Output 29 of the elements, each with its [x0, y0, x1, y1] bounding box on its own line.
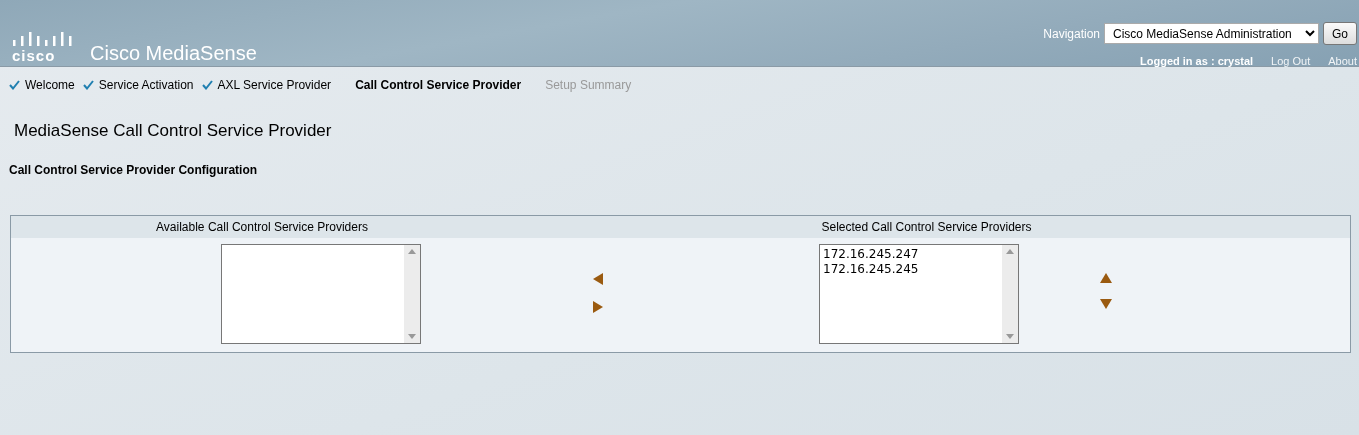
column-heading: Selected Call Control Service Providers	[820, 218, 1033, 236]
navigation-label: Navigation	[1043, 25, 1100, 43]
scrollbar[interactable]	[1002, 244, 1018, 343]
wizard-step: Setup Summary	[545, 76, 632, 94]
navigation-dropdown[interactable]: Cisco MediaSense Administration	[1104, 23, 1319, 44]
scroll-up-icon[interactable]	[408, 248, 416, 254]
move-down-icon[interactable]	[1099, 297, 1113, 310]
logo-text: cisco	[12, 48, 57, 63]
page-title: MediaSense Call Control Service Provider	[14, 120, 333, 142]
move-up-icon[interactable]	[1099, 271, 1113, 284]
logged-in-text: Logged in as : crystal	[1140, 54, 1254, 69]
column-heading: Available Call Control Service Providers	[155, 218, 369, 236]
section-title: Call Control Service Provider Configuration	[9, 161, 259, 179]
list-item[interactable]: 172.16.245.247	[823, 246, 999, 263]
wizard-step: Welcome	[25, 76, 75, 94]
wizard-step: AXL Service Provider	[217, 76, 332, 94]
list-box[interactable]	[221, 243, 421, 344]
list-item[interactable]: 172.16.245.245	[823, 262, 999, 278]
product-title: Cisco MediaSense	[90, 41, 257, 65]
scrollbar[interactable]	[404, 244, 420, 343]
scroll-up-icon[interactable]	[1006, 248, 1014, 254]
wizard-step: Service Activation	[98, 76, 194, 94]
go-button[interactable]: Go	[1323, 22, 1357, 45]
scroll-down-icon[interactable]	[408, 333, 416, 339]
wizard-step: Call Control Service Provider	[355, 76, 522, 94]
list-box[interactable]: 172.16.245.247 172.16.245.245	[819, 243, 1019, 344]
move-right-icon[interactable]	[592, 299, 604, 314]
move-left-icon[interactable]	[592, 271, 604, 286]
scroll-down-icon[interactable]	[1006, 333, 1014, 339]
